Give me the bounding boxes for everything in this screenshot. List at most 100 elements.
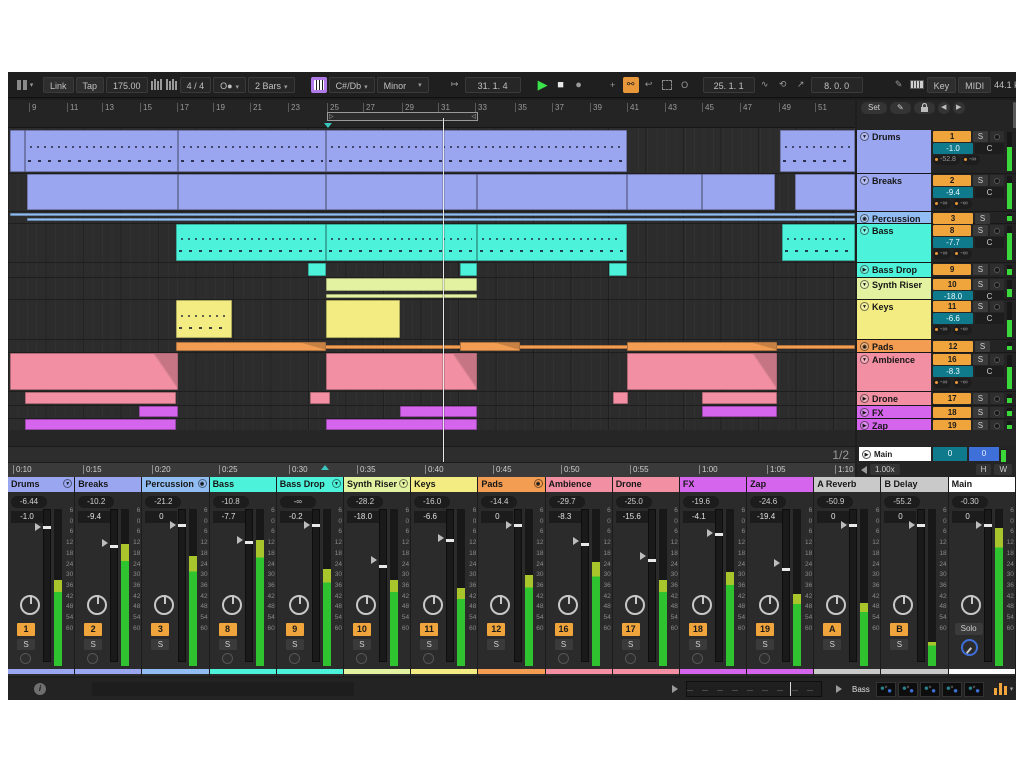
main-track-name[interactable]: ▶Main [859, 447, 931, 461]
bar-label[interactable]: 13 [102, 103, 114, 112]
pan-knob[interactable] [423, 595, 443, 615]
fader-handle[interactable] [43, 526, 51, 529]
mixer-track-tab[interactable]: Bass Drop▼ [277, 477, 343, 492]
send-b-field[interactable]: -∞ [953, 325, 971, 335]
bar-label[interactable]: 25 [327, 103, 339, 112]
track-header-percussion[interactable]: ◉Percussion3S [857, 212, 1016, 224]
back-arrow-icon[interactable]: ↩ [641, 77, 657, 93]
next-marker-icon[interactable]: ▶ [953, 102, 965, 114]
mixer-strip-b-delay[interactable]: B Delay-55.20606121824303642485460BS [881, 477, 948, 676]
peak-level-field[interactable]: -19.6 [683, 496, 719, 508]
arm-button[interactable] [990, 301, 1004, 312]
mixer-track-tab[interactable]: A Reverb [814, 477, 880, 492]
clip[interactable] [460, 342, 520, 351]
fold-icon[interactable]: ▶ [860, 408, 869, 417]
track-lane-synth-riser[interactable] [8, 278, 855, 300]
mixer-strip-main[interactable]: Main-0.300606121824303642485460Solo [949, 477, 1016, 676]
clip[interactable] [326, 419, 477, 430]
solo-button[interactable]: Solo [955, 623, 983, 635]
track-number-button[interactable]: 9 [286, 623, 304, 636]
mixer-strip-zap[interactable]: Zap-24.6-19.460612182430364248546019S [747, 477, 814, 676]
bar-label[interactable]: 37 [552, 103, 564, 112]
track-number-button[interactable]: 2 [84, 623, 102, 636]
pan-knob[interactable] [625, 595, 645, 615]
scale-name-selector[interactable]: Minor▾ [377, 77, 429, 93]
track-name[interactable]: ▼Breaks [857, 174, 931, 211]
track-lane-drone[interactable] [8, 392, 855, 406]
solo-button[interactable]: S [973, 225, 987, 236]
peak-level-field[interactable]: -21.2 [145, 496, 181, 508]
track-header-bass[interactable]: ▼Bass8S-7.7C-∞-∞ [857, 224, 1016, 263]
track-number-button[interactable]: 17 [933, 393, 971, 404]
volume-fader[interactable] [715, 509, 723, 662]
main-volume-field[interactable]: 0 [933, 447, 967, 461]
metronome-icon-2[interactable] [166, 79, 177, 90]
arm-button[interactable] [20, 653, 31, 664]
group-icon[interactable]: ◉ [534, 479, 543, 488]
set-marker-button[interactable]: Set [861, 102, 887, 114]
fader-handle[interactable] [782, 568, 790, 571]
bar-label[interactable]: 29 [402, 103, 414, 112]
track-collapse-icon[interactable]: ▾ [17, 77, 33, 93]
arm-button[interactable] [990, 264, 1004, 275]
volume-fader[interactable] [581, 509, 589, 662]
arm-button[interactable] [990, 354, 1004, 365]
fader-value-field[interactable]: -9.4 [78, 511, 110, 523]
pan-knob[interactable] [154, 595, 174, 615]
bar-label[interactable]: 31 [438, 103, 450, 112]
fader-handle[interactable] [715, 533, 723, 536]
volume-fader[interactable] [312, 509, 320, 662]
mixer-track-tab[interactable]: B Delay [881, 477, 947, 492]
track-number-button[interactable]: 18 [689, 623, 707, 636]
solo-button[interactable]: S [487, 639, 505, 650]
clip[interactable] [460, 263, 477, 276]
loop-length-field[interactable]: 8. 0. 0 [811, 77, 863, 93]
track-number-button[interactable]: 12 [487, 623, 505, 636]
volume-fader[interactable] [43, 509, 51, 662]
send-a-field[interactable]: -∞ [933, 378, 951, 388]
track-number-button[interactable]: 10 [353, 623, 371, 636]
bar-label[interactable]: 27 [363, 103, 375, 112]
volume-fader[interactable] [379, 509, 387, 662]
bar-label[interactable]: 43 [665, 103, 677, 112]
fold-icon[interactable]: ▶ [860, 265, 869, 274]
device-thumbnail[interactable] [964, 682, 984, 697]
mixer-strip-keys[interactable]: Keys-16.0-6.660612182430364248546011S [411, 477, 478, 676]
fader-value-field[interactable]: -19.4 [750, 511, 782, 523]
groove-selector[interactable]: O●▾ [213, 77, 246, 93]
arm-button[interactable] [990, 393, 1004, 404]
mixer-track-tab[interactable]: Breaks [75, 477, 141, 492]
mixer-strip-breaks[interactable]: Breaks-10.2-9.46061218243036424854602S [75, 477, 142, 676]
mixer-strip-percussion[interactable]: Percussion◉-21.206061218243036424854603S [142, 477, 209, 676]
bar-label[interactable]: 23 [288, 103, 300, 112]
mixer-track-tab[interactable]: Synth Riser▼ [344, 477, 410, 492]
fader-handle[interactable] [312, 524, 320, 527]
clip[interactable] [627, 353, 777, 390]
metronome-icon[interactable] [151, 79, 162, 90]
clip[interactable] [326, 174, 477, 210]
arm-button[interactable] [990, 225, 1004, 236]
clip[interactable] [310, 392, 330, 404]
peak-level-field[interactable]: -55.2 [884, 496, 920, 508]
solo-button[interactable]: S [973, 393, 987, 404]
fader-handle[interactable] [648, 559, 656, 562]
automation-link-icon[interactable]: ⚯ [623, 77, 639, 93]
pan-knob[interactable] [87, 595, 107, 615]
record-button[interactable]: ● [571, 77, 587, 93]
clip[interactable] [702, 392, 777, 404]
arm-button[interactable] [990, 175, 1004, 186]
volume-fader[interactable] [917, 509, 925, 662]
track-lane-bass[interactable] [8, 224, 855, 263]
solo-button[interactable]: S [973, 264, 987, 275]
main-track-header[interactable]: ▶Main 0 0 [857, 446, 1016, 462]
track-number-button[interactable]: 11 [420, 623, 438, 636]
solo-button[interactable]: S [975, 213, 990, 224]
arm-button[interactable] [692, 653, 703, 664]
track-pan-field[interactable]: C [975, 237, 1004, 248]
track-name[interactable]: ▼Keys [857, 300, 931, 339]
clip[interactable] [702, 174, 775, 210]
prev-marker-icon[interactable]: ◀ [938, 102, 950, 114]
clip[interactable] [477, 224, 627, 261]
loop-icon[interactable]: ⟲ [775, 77, 791, 93]
solo-button[interactable]: S [975, 341, 990, 352]
